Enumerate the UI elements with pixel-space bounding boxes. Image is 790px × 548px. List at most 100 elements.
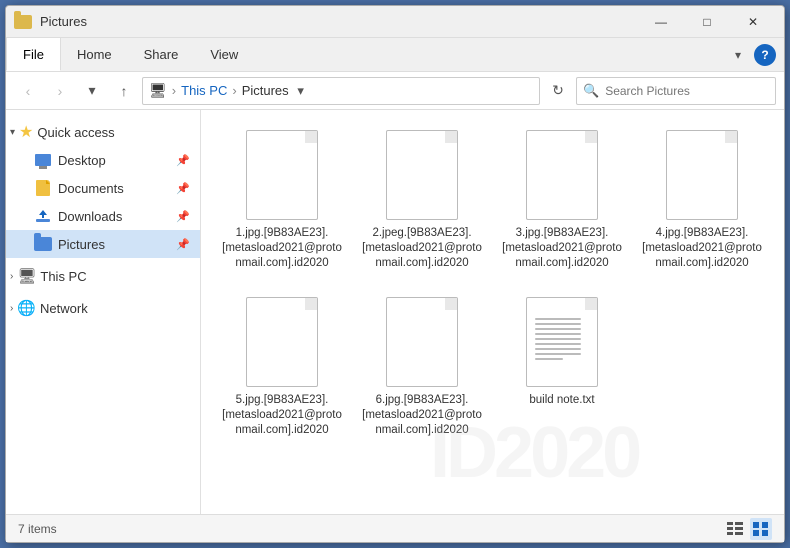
sidebar-item-documents-label: Documents — [58, 181, 124, 196]
file-icon-1 — [246, 130, 318, 220]
sidebar-item-downloads[interactable]: Downloads 📌 — [6, 202, 200, 230]
sidebar-item-pictures[interactable]: Pictures 📌 — [6, 230, 200, 258]
quick-access-star-icon: ★ — [19, 122, 33, 142]
file-name-4: 4.jpg.[9B83AE23].[metasload2021@protonma… — [642, 226, 762, 271]
expand-ribbon-button[interactable]: ▾ — [726, 43, 750, 67]
sidebar: ▾ ★ Quick access Desktop 📌 Documents 📌 — [6, 110, 201, 514]
view-toggle — [724, 518, 772, 540]
refresh-button[interactable]: ↻ — [544, 77, 572, 105]
file-item-4[interactable]: 4.jpg.[9B83AE23].[metasload2021@protonma… — [637, 122, 767, 279]
sidebar-this-pc-label: This PC — [40, 269, 86, 284]
txt-line-8 — [535, 353, 581, 355]
file-name-7: build note.txt — [529, 393, 594, 408]
back-button[interactable]: ‹ — [14, 77, 42, 105]
sidebar-section-network[interactable]: › 🌐 Network — [6, 294, 200, 322]
pictures-icon — [34, 235, 52, 253]
address-breadcrumb[interactable]: 🖥 › This PC › Pictures ▾ — [142, 77, 540, 105]
txt-line-9 — [535, 358, 563, 360]
breadcrumb-pictures: Pictures — [242, 83, 289, 98]
file-name-2: 2.jpeg.[9B83AE23].[metasload2021@protonm… — [362, 226, 482, 271]
forward-button[interactable]: › — [46, 77, 74, 105]
window-title: Pictures — [40, 14, 638, 29]
file-grid: 1.jpg.[9B83AE23].[metasload2021@protonma… — [217, 122, 768, 446]
menu-tab-view[interactable]: View — [194, 38, 254, 71]
menu-tab-file[interactable]: File — [6, 38, 61, 71]
item-count: 7 items — [18, 522, 57, 536]
main-content: ▾ ★ Quick access Desktop 📌 Documents 📌 — [6, 110, 784, 514]
file-item-2[interactable]: 2.jpeg.[9B83AE23].[metasload2021@protonm… — [357, 122, 487, 279]
file-page-6 — [386, 297, 458, 387]
sidebar-item-pictures-label: Pictures — [58, 237, 105, 252]
menu-tab-share[interactable]: Share — [128, 38, 195, 71]
file-item-5[interactable]: 5.jpg.[9B83AE23].[metasload2021@protonma… — [217, 289, 347, 446]
file-icon-4 — [666, 130, 738, 220]
downloads-icon — [34, 207, 52, 225]
breadcrumb-sep1: › — [172, 83, 176, 98]
search-input[interactable] — [605, 84, 769, 98]
sidebar-item-documents[interactable]: Documents 📌 — [6, 174, 200, 202]
list-view-button[interactable] — [724, 518, 746, 540]
file-item-3[interactable]: 3.jpg.[9B83AE23].[metasload2021@protonma… — [497, 122, 627, 279]
title-bar-icon — [14, 15, 32, 29]
search-box: 🔍 — [576, 77, 776, 105]
file-page-1 — [246, 130, 318, 220]
txt-line-4 — [535, 333, 581, 335]
minimize-button[interactable]: — — [638, 6, 684, 38]
file-page-4 — [666, 130, 738, 220]
txt-line-5 — [535, 338, 581, 340]
file-folded-4 — [725, 131, 737, 143]
close-button[interactable]: ✕ — [730, 6, 776, 38]
sidebar-section-this-pc[interactable]: › 🖥 This PC — [6, 262, 200, 290]
txt-line-6 — [535, 343, 581, 345]
quick-access-label: Quick access — [37, 125, 114, 140]
breadcrumb-this-pc[interactable]: This PC — [181, 83, 227, 98]
quick-access-arrow: ▾ — [10, 127, 15, 138]
sidebar-item-desktop-label: Desktop — [58, 153, 106, 168]
menu-tab-home[interactable]: Home — [61, 38, 128, 71]
title-bar: Pictures — □ ✕ — [6, 6, 784, 38]
txt-line-2 — [535, 323, 581, 325]
address-bar: ‹ › ▾ ↑ 🖥 › This PC › Pictures ▾ ↻ 🔍 — [6, 72, 784, 110]
breadcrumb-sep2: › — [232, 83, 236, 98]
txt-line-1 — [535, 318, 581, 320]
file-name-3: 3.jpg.[9B83AE23].[metasload2021@protonma… — [502, 226, 622, 271]
file-item-6[interactable]: 6.jpg.[9B83AE23].[metasload2021@protonma… — [357, 289, 487, 446]
search-icon: 🔍 — [583, 83, 599, 99]
this-pc-arrow: › — [10, 271, 13, 282]
sidebar-section-quick-access[interactable]: ▾ ★ Quick access — [6, 118, 200, 146]
up-button[interactable]: ↑ — [110, 77, 138, 105]
menu-bar: File Home Share View ▾ ? — [6, 38, 784, 72]
file-icon-5 — [246, 297, 318, 387]
file-page-5 — [246, 297, 318, 387]
file-folded-3 — [585, 131, 597, 143]
folder-title-icon — [14, 15, 32, 29]
sidebar-item-downloads-label: Downloads — [58, 209, 122, 224]
status-bar: 7 items — [6, 514, 784, 542]
sidebar-item-desktop[interactable]: Desktop 📌 — [6, 146, 200, 174]
file-area: ID2020 1.jpg.[9B83AE23].[metasload2021@p… — [201, 110, 784, 514]
documents-pin-icon: 📌 — [176, 182, 190, 195]
maximize-button[interactable]: □ — [684, 6, 730, 38]
breadcrumb-pc-icon: 🖥 — [149, 82, 167, 99]
file-name-6: 6.jpg.[9B83AE23].[metasload2021@protonma… — [362, 393, 482, 438]
sidebar-network-label: Network — [40, 301, 88, 316]
pictures-pin-icon: 📌 — [176, 238, 190, 251]
file-folded-5 — [305, 298, 317, 310]
explorer-window: Pictures — □ ✕ File Home Share View ▾ ? … — [5, 5, 785, 543]
dropdown-recent-button[interactable]: ▾ — [78, 77, 106, 105]
documents-icon — [34, 179, 52, 197]
file-folded-7 — [585, 298, 597, 310]
file-item-7[interactable]: build note.txt — [497, 289, 627, 446]
network-icon: 🌐 — [17, 299, 36, 317]
file-name-1: 1.jpg.[9B83AE23].[metasload2021@protonma… — [222, 226, 342, 271]
file-item-1[interactable]: 1.jpg.[9B83AE23].[metasload2021@protonma… — [217, 122, 347, 279]
txt-line-3 — [535, 328, 581, 330]
file-icon-6 — [386, 297, 458, 387]
txt-line-7 — [535, 348, 581, 350]
grid-view-button[interactable] — [750, 518, 772, 540]
breadcrumb-dropdown-button[interactable]: ▾ — [291, 78, 311, 104]
pc-icon: 🖥 — [17, 267, 36, 285]
network-arrow: › — [10, 303, 13, 314]
file-page-3 — [526, 130, 598, 220]
help-button[interactable]: ? — [754, 44, 776, 66]
